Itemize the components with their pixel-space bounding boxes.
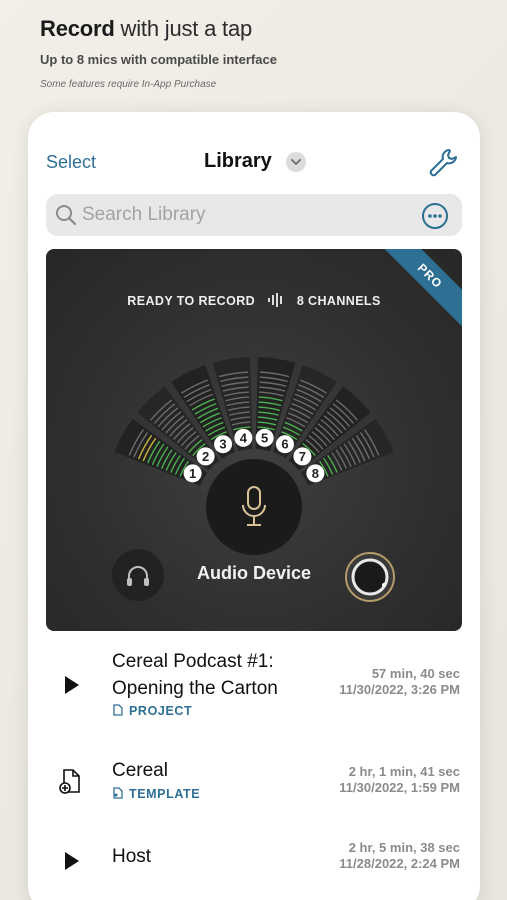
new-document-icon[interactable] [58,768,84,794]
channel-number[interactable]: 5 [255,428,274,447]
nav-bar: Select Library [28,144,480,180]
channel-number[interactable]: 7 [293,447,312,466]
recording-title-line2: Opening the Carton [112,678,278,699]
list-item[interactable]: Host 2 hr, 5 min, 38 sec 11/28/2022, 2:2… [28,830,480,890]
document-icon [113,704,123,716]
svg-text:7: 7 [299,449,306,464]
app-screen: Select Library PRO READY TO RECORD [28,112,480,900]
promo-note: Some features require In-App Purchase [40,79,217,90]
recording-title: Cereal [112,760,168,781]
recording-duration: 2 hr, 5 min, 38 sec [348,840,460,855]
template-tag: TEMPLATE [112,787,200,801]
wrench-icon[interactable] [426,146,460,180]
channel-number[interactable]: 2 [196,447,215,466]
search-bar [46,194,462,236]
svg-text:4: 4 [240,430,248,445]
tag-label: TEMPLATE [129,787,201,801]
audio-device-panel[interactable]: PRO READY TO RECORD 8 CHANNELS 12345678 … [46,249,462,631]
recording-duration: 57 min, 40 sec [371,666,460,681]
promo-title-rest: with just a tap [120,16,253,41]
promo-header: Record with just a tap Up to 8 mics with… [40,16,277,90]
recording-meta: 57 min, 40 sec 11/30/2022, 3:26 PM [339,666,460,698]
channel-number[interactable]: 3 [214,435,233,454]
svg-text:2: 2 [202,449,209,464]
template-icon [113,787,123,799]
recording-date: 11/28/2022, 2:24 PM [339,856,460,871]
promo-title: Record with just a tap [40,16,277,42]
channel-number[interactable]: 1 [183,464,202,483]
play-icon[interactable] [58,848,84,874]
svg-text:3: 3 [219,437,226,452]
chevron-down-icon[interactable] [286,152,306,172]
input-gain-knob[interactable] [344,551,396,603]
recording-date: 11/30/2022, 1:59 PM [339,780,460,795]
recording-title-line1: Cereal Podcast #1: [112,651,274,672]
svg-text:6: 6 [281,437,288,452]
project-tag: PROJECT [112,704,192,718]
recording-date: 11/30/2022, 3:26 PM [339,682,460,697]
search-input[interactable] [82,200,402,230]
recording-meta: 2 hr, 1 min, 41 sec 11/30/2022, 1:59 PM [339,764,460,796]
svg-text:1: 1 [189,466,196,481]
recording-title: Host [112,846,152,867]
channel-number[interactable]: 4 [234,428,253,447]
microphone-icon[interactable] [206,459,302,555]
svg-text:8: 8 [312,466,319,481]
more-options-icon[interactable] [421,202,449,230]
svg-text:5: 5 [261,430,268,445]
list-item[interactable]: Cereal Podcast #1: Opening the Carton PR… [28,644,480,726]
recording-title: Cereal Podcast #1: Opening the Carton [112,648,278,702]
tag-label: PROJECT [129,704,193,718]
play-icon[interactable] [58,672,84,698]
select-button[interactable]: Select [46,152,96,173]
promo-subtitle: Up to 8 mics with compatible interface [40,52,277,67]
recording-meta: 2 hr, 5 min, 38 sec 11/28/2022, 2:24 PM [339,840,460,872]
recording-duration: 2 hr, 1 min, 41 sec [348,764,460,779]
channel-number[interactable]: 6 [275,435,294,454]
channel-number[interactable]: 8 [306,464,325,483]
device-name: Audio Device [196,563,312,583]
list-item[interactable]: Cereal TEMPLATE 2 hr, 1 min, 41 sec 11/3… [28,744,480,804]
search-icon [54,203,78,227]
library-title[interactable]: Library [204,150,272,173]
promo-title-bold: Record [40,16,115,41]
